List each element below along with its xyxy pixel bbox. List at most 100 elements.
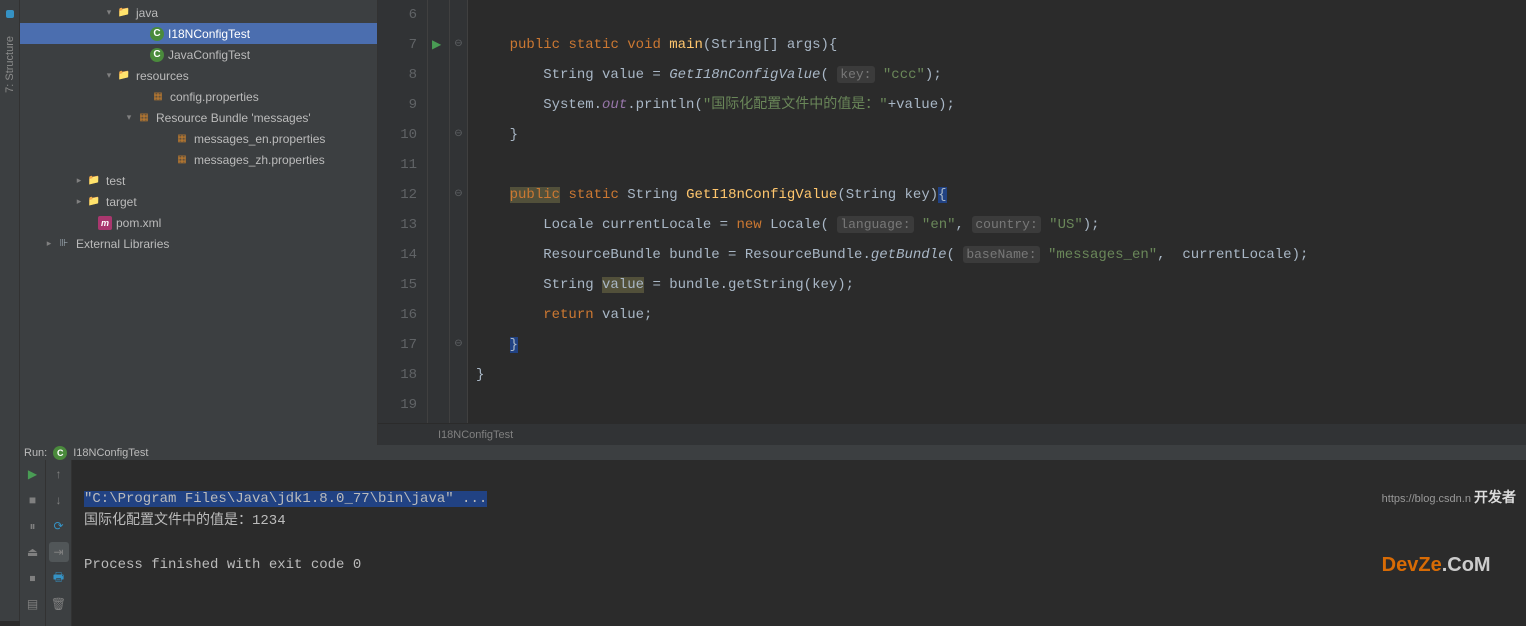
tree-item[interactable]: CI18NConfigTest [20,23,377,44]
project-tool-window[interactable]: ▾📁javaCI18NConfigTestCJavaConfigTest▾📁re… [20,0,378,445]
fold-gutter[interactable]: ⊖ ⊖ ⊖ ⊖ [450,0,468,423]
console-line: 国际化配置文件中的值是：1234 [84,513,286,529]
print-button[interactable]: 🖶 [49,568,69,588]
left-tool-gutter: 7: Structure [0,0,20,621]
line-number[interactable]: 17 [378,330,417,360]
tree-item-label: config.properties [170,90,259,104]
code-line[interactable] [476,390,1526,420]
breadcrumb-bar[interactable]: I18NConfigTest [378,423,1526,445]
code-line[interactable]: } [476,360,1526,390]
stop-button[interactable]: ■ [23,490,43,510]
clear-button[interactable]: 🗑 [49,594,69,614]
code-line[interactable]: return value; [476,300,1526,330]
code-line[interactable]: public static String GetI18nConfigValue(… [476,180,1526,210]
fold-marker[interactable] [450,60,467,90]
tree-item[interactable]: ▾📁resources [20,65,377,86]
run-gutter[interactable]: ▶ [428,0,450,423]
watermark: https://blog.csdn.n 开发者 DevZe.CoM [1382,442,1516,620]
tree-expand-arrow[interactable]: ▾ [102,70,116,81]
breadcrumb-item[interactable]: I18NConfigTest [438,429,513,441]
soft-wrap-button[interactable]: ⟳ [49,516,69,536]
line-number[interactable]: 18 [378,360,417,390]
fold-marker[interactable] [450,390,467,420]
line-number[interactable]: 14 [378,240,417,270]
scroll-to-end-button[interactable]: ⇥ [49,542,69,562]
code-line[interactable]: public static void main(String[] args){ [476,30,1526,60]
line-number[interactable]: 12 [378,180,417,210]
fold-marker[interactable] [450,240,467,270]
code-line[interactable]: System.out.println("国际化配置文件中的值是："+value)… [476,90,1526,120]
code-line[interactable]: Locale currentLocale = new Locale( langu… [476,210,1526,240]
tree-item[interactable]: ▦ config.properties [20,86,377,107]
folder-icon: 📁 [86,173,102,189]
props-icon: ▦ [150,89,166,105]
run-console-output[interactable]: "C:\Program Files\Java\jdk1.8.0_77\bin\j… [72,460,1526,626]
line-number[interactable]: 7 [378,30,417,60]
tree-expand-arrow[interactable]: ▸ [72,175,86,186]
fold-marker[interactable] [450,90,467,120]
tree-expand-arrow[interactable]: ▸ [42,238,56,249]
pause-button[interactable]: ⏸ [23,516,43,536]
tree-item[interactable]: ▾▦Resource Bundle 'messages' [20,107,377,128]
tree-item[interactable]: ▸📁test [20,170,377,191]
dump-button[interactable]: ⏏ [23,542,43,562]
tree-item-label: Resource Bundle 'messages' [156,111,311,125]
main-area: ▾📁javaCI18NConfigTestCJavaConfigTest▾📁re… [20,0,1526,621]
code-line[interactable] [476,150,1526,180]
code-line[interactable]: ResourceBundle bundle = ResourceBundle.g… [476,240,1526,270]
tool-icon[interactable] [6,10,14,18]
fold-marker[interactable]: ⊖ [450,120,467,150]
fold-marker[interactable]: ⊖ [450,30,467,60]
tree-item[interactable]: ▸📁target [20,191,377,212]
tree-expand-arrow[interactable]: ▾ [102,7,116,18]
code-line[interactable]: } [476,120,1526,150]
rerun-button[interactable]: ▶ [23,464,43,484]
line-number[interactable]: 19 [378,390,417,420]
fold-marker[interactable] [450,360,467,390]
tree-item[interactable]: ▦messages_zh.properties [20,149,377,170]
line-number[interactable]: 13 [378,210,417,240]
line-number[interactable]: 11 [378,150,417,180]
fold-marker[interactable] [450,210,467,240]
tree-expand-arrow[interactable]: ▾ [122,112,136,123]
line-number-gutter[interactable]: 678910111213141516171819 [378,0,428,423]
tree-item[interactable]: ▦messages_en.properties [20,128,377,149]
props-icon: ▦ [174,152,190,168]
tree-item-label: messages_en.properties [194,132,325,146]
class-icon: C [150,27,164,41]
code-line[interactable]: } [476,330,1526,360]
exit-button[interactable]: ⏹ [23,568,43,588]
line-number[interactable]: 8 [378,60,417,90]
run-config-icon: C [53,446,67,460]
more-button[interactable]: ▤ [23,594,43,614]
fold-marker[interactable] [450,150,467,180]
tree-item[interactable]: ▸⊪External Libraries [20,233,377,254]
fold-marker[interactable] [450,300,467,330]
fold-marker[interactable]: ⊖ [450,330,467,360]
structure-tab[interactable]: 7: Structure [2,32,18,97]
run-config-name[interactable]: I18NConfigTest [73,447,148,459]
tree-item[interactable]: mpom.xml [20,212,377,233]
tree-expand-arrow[interactable]: ▸ [72,196,86,207]
code-line[interactable]: String value = bundle.getString(key); [476,270,1526,300]
scroll-down-button[interactable]: ↓ [49,490,69,510]
run-line-icon[interactable]: ▶ [428,38,441,52]
code-line[interactable] [476,0,1526,30]
line-number[interactable]: 15 [378,270,417,300]
run-toolbar-2: ↑ ↓ ⟳ ⇥ 🖶 🗑 [46,460,72,626]
fold-marker[interactable] [450,270,467,300]
run-label: Run: [24,447,47,459]
line-number[interactable]: 16 [378,300,417,330]
code-text[interactable]: public static void main(String[] args){ … [468,0,1526,423]
line-number[interactable]: 6 [378,0,417,30]
scroll-up-button[interactable]: ↑ [49,464,69,484]
fold-marker[interactable] [450,0,467,30]
code-line[interactable]: String value = GetI18nConfigValue( key: … [476,60,1526,90]
tree-item[interactable]: ▾📁java [20,2,377,23]
tree-item[interactable]: CJavaConfigTest [20,44,377,65]
line-number[interactable]: 9 [378,90,417,120]
fold-marker[interactable]: ⊖ [450,180,467,210]
tree-item-label: resources [136,69,189,83]
folder-orange-icon: 📁 [86,194,102,210]
line-number[interactable]: 10 [378,120,417,150]
